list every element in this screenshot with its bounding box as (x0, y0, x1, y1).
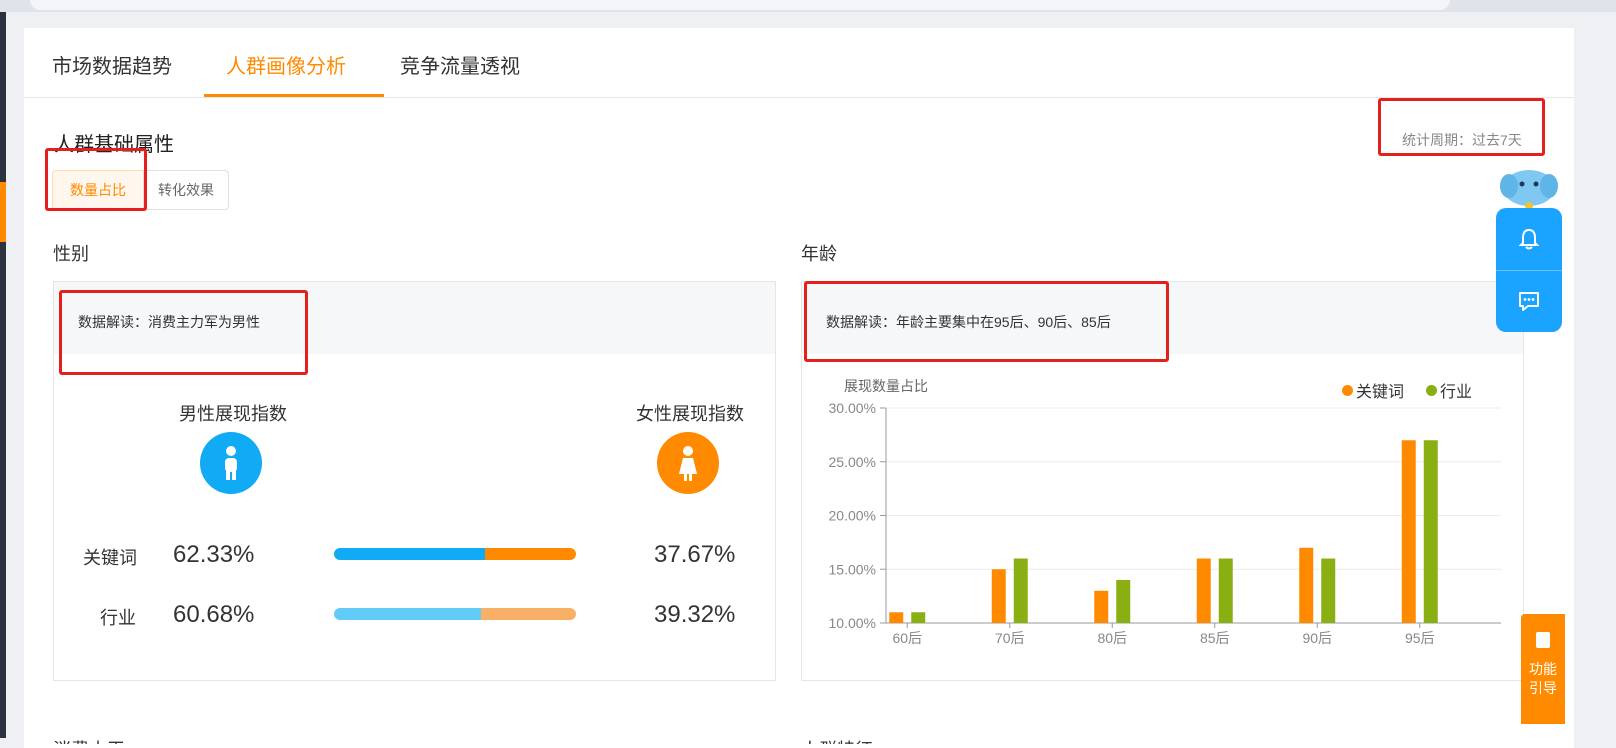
bar-keyword (1299, 547, 1314, 623)
left-side-rail (0, 12, 6, 738)
bar-industry (911, 612, 926, 623)
row-label-industry: 行业 (100, 608, 136, 628)
bar-industry (1321, 558, 1336, 623)
y-tick-label: 25.00% (829, 454, 876, 470)
floating-action-panel (1496, 208, 1562, 332)
highlight-box-period (1378, 98, 1545, 156)
active-rail-marker (0, 182, 6, 242)
female-icon (657, 432, 719, 494)
highlight-box-segment (45, 148, 147, 211)
female-share-fill-industry (480, 608, 576, 620)
x-tick-label: 70后 (995, 630, 1025, 646)
bar-keyword (1094, 590, 1109, 623)
highlight-box-gender-note (59, 290, 308, 375)
bar-keyword (889, 612, 904, 623)
active-tab-underline (204, 94, 384, 97)
x-tick-label: 60后 (892, 630, 922, 646)
highlight-box-age-note (804, 281, 1169, 362)
bar-keyword (1401, 440, 1416, 623)
feature-guide-button[interactable]: 功能 引导 (1521, 614, 1565, 724)
address-bar[interactable] (30, 0, 1450, 10)
chat-message-icon[interactable] (1516, 288, 1542, 314)
male-pct-industry: 60.68% (173, 601, 255, 628)
gender-label: 性别 (53, 244, 89, 264)
notification-bell-icon[interactable] (1516, 226, 1542, 252)
guide-book-icon (1534, 630, 1552, 650)
male-pct-keyword: 62.33% (173, 541, 255, 568)
female-index-title: 女性展现指数 (636, 404, 744, 424)
tab-audience-profile[interactable]: 人群画像分析 (226, 50, 346, 79)
next-section-label-right: 人群特征 (801, 736, 873, 744)
tab-competition-traffic[interactable]: 竞争流量透视 (400, 50, 520, 79)
y-tick-label: 20.00% (829, 508, 876, 524)
bar-keyword (1196, 558, 1211, 623)
browser-top-bar (0, 0, 1616, 12)
age-label: 年龄 (801, 244, 837, 264)
gender-bar-industry (334, 608, 576, 620)
male-share-fill-keyword (334, 548, 485, 560)
female-pct-keyword: 37.67% (654, 541, 736, 568)
bar-industry (1013, 558, 1028, 623)
bar-industry (1423, 440, 1438, 623)
feature-guide-label: 功能 引导 (1529, 661, 1557, 696)
next-section-label-left: 消费水平 (53, 736, 125, 744)
male-index-title: 男性展现指数 (179, 404, 287, 424)
y-tick-label: 15.00% (829, 561, 876, 577)
bar-industry (1218, 558, 1233, 623)
float-panel-divider (1496, 270, 1562, 271)
x-tick-label: 85后 (1200, 630, 1230, 646)
y-tick-label: 10.00% (829, 615, 876, 631)
bar-industry (1116, 580, 1131, 623)
x-tick-label: 95后 (1405, 630, 1435, 646)
tab-market-trend[interactable]: 市场数据趋势 (52, 50, 172, 79)
male-icon (200, 432, 262, 494)
gender-bar-keyword (334, 548, 576, 560)
x-tick-label: 80后 (1097, 630, 1127, 646)
female-share-fill-keyword (484, 548, 576, 560)
female-pct-industry: 39.32% (654, 601, 736, 628)
row-label-keyword: 关键词 (83, 548, 137, 568)
male-share-fill-industry (334, 608, 481, 620)
x-tick-label: 90后 (1302, 630, 1332, 646)
bar-keyword (991, 569, 1006, 623)
assistant-mascot-icon[interactable] (1500, 166, 1558, 212)
main-content: 市场数据趋势 人群画像分析 竞争流量透视 人群基础属性 统计周期：过去7天 数量… (24, 28, 1574, 748)
analysis-tabs: 市场数据趋势 人群画像分析 竞争流量透视 (24, 28, 1574, 98)
segment-conversion-effect[interactable]: 转化效果 (143, 170, 229, 210)
age-bar-chart: 10.00% 15.00% 20.00% 25.00% 30.00% 60后 70后 80后 8… (829, 400, 1501, 646)
y-tick-label: 30.00% (829, 400, 876, 416)
